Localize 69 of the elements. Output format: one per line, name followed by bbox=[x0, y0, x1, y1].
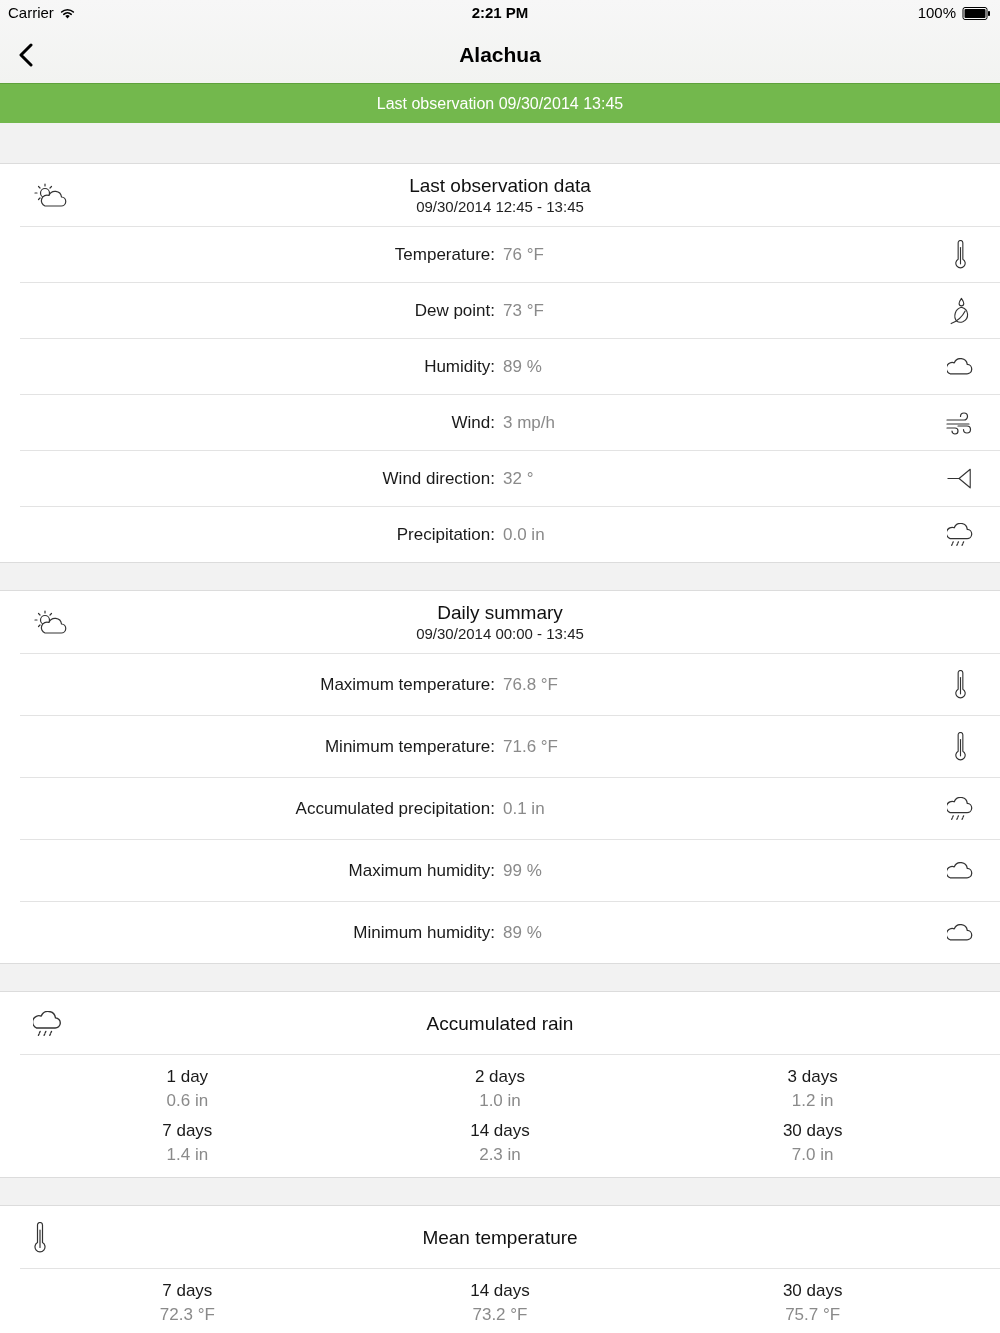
section-title: Accumulated rain bbox=[426, 1011, 574, 1035]
section-subtitle: 09/30/2014 00:00 - 13:45 bbox=[416, 624, 584, 643]
nav-title: Alachua bbox=[459, 42, 541, 69]
cloud-icon bbox=[947, 358, 973, 375]
clock-text: 2:21 PM bbox=[471, 3, 529, 24]
row-label: Accumulated precipitation: bbox=[295, 797, 495, 820]
row-label: Wind direction: bbox=[382, 467, 495, 490]
section-title: Mean temperature bbox=[422, 1225, 578, 1249]
row-value: 76.8 °F bbox=[503, 673, 558, 696]
row-label: Minimum humidity: bbox=[353, 921, 495, 944]
period-value: 1.2 in bbox=[791, 1090, 834, 1112]
battery-icon bbox=[961, 7, 992, 20]
row-value: 71.6 °F bbox=[503, 735, 558, 758]
period-label: 7 days bbox=[162, 1120, 213, 1142]
thermometer-icon bbox=[953, 240, 967, 269]
row-label: Humidity: bbox=[424, 355, 495, 378]
rain-cloud-icon bbox=[947, 523, 973, 546]
wind-icon bbox=[946, 410, 974, 435]
period-label: 1 day bbox=[166, 1066, 209, 1088]
row-label: Maximum humidity: bbox=[348, 859, 495, 882]
row-value: 89 % bbox=[503, 921, 542, 944]
rain-cloud-icon bbox=[947, 797, 973, 820]
period-label: 7 days bbox=[162, 1280, 213, 1302]
period-value: 75.7 °F bbox=[785, 1304, 841, 1326]
cloud-icon bbox=[947, 862, 973, 879]
period-label: 14 days bbox=[470, 1120, 530, 1142]
row-label: Wind: bbox=[451, 411, 495, 434]
section-title: Last observation data bbox=[409, 174, 591, 197]
section-subtitle: 09/30/2014 12:45 - 13:45 bbox=[416, 197, 584, 216]
cloud-icon bbox=[947, 924, 973, 941]
period-label: 2 days bbox=[474, 1066, 526, 1088]
row-value: 73 °F bbox=[503, 299, 544, 322]
row-label: Precipitation: bbox=[396, 523, 495, 546]
battery-percent: 100% bbox=[917, 3, 956, 24]
rain-cloud-icon bbox=[33, 1010, 62, 1036]
banner-text: Last observation 09/30/2014 13:45 bbox=[376, 93, 624, 114]
row-value: 89 % bbox=[503, 355, 542, 378]
period-value: 7.0 in bbox=[791, 1144, 834, 1166]
row-label: Minimum temperature: bbox=[324, 735, 495, 758]
period-value: 72.3 °F bbox=[159, 1304, 215, 1326]
sun-cloud-icon bbox=[33, 182, 67, 208]
leaf-droplet-icon bbox=[949, 296, 971, 325]
period-value: 0.6 in bbox=[166, 1090, 209, 1112]
period-label: 30 days bbox=[782, 1280, 843, 1302]
chevron-left-icon bbox=[19, 43, 33, 67]
row-value: 32 ° bbox=[503, 467, 534, 490]
wifi-icon bbox=[59, 8, 75, 19]
row-label: Temperature: bbox=[394, 243, 495, 266]
period-label: 14 days bbox=[470, 1280, 530, 1302]
wind-direction-icon bbox=[947, 467, 973, 490]
thermometer-icon bbox=[953, 732, 967, 761]
period-value: 73.2 °F bbox=[472, 1304, 528, 1326]
row-label: Dew point: bbox=[414, 299, 495, 322]
period-label: 3 days bbox=[787, 1066, 838, 1088]
sun-cloud-icon bbox=[33, 609, 67, 635]
period-value: 1.0 in bbox=[479, 1090, 521, 1112]
row-value: 3 mp/h bbox=[503, 411, 555, 434]
carrier-text: Carrier bbox=[8, 3, 54, 24]
section-title: Daily summary bbox=[437, 601, 563, 624]
row-value: 99 % bbox=[503, 859, 542, 882]
row-value: 0.1 in bbox=[503, 797, 545, 820]
thermometer-icon bbox=[953, 670, 967, 699]
period-label: 30 days bbox=[782, 1120, 843, 1142]
row-value: 0.0 in bbox=[503, 523, 545, 546]
row-label: Maximum temperature: bbox=[320, 673, 495, 696]
period-value: 1.4 in bbox=[166, 1144, 209, 1166]
period-value: 2.3 in bbox=[479, 1144, 521, 1166]
thermometer-icon bbox=[33, 1221, 47, 1253]
row-value: 76 °F bbox=[503, 243, 544, 266]
